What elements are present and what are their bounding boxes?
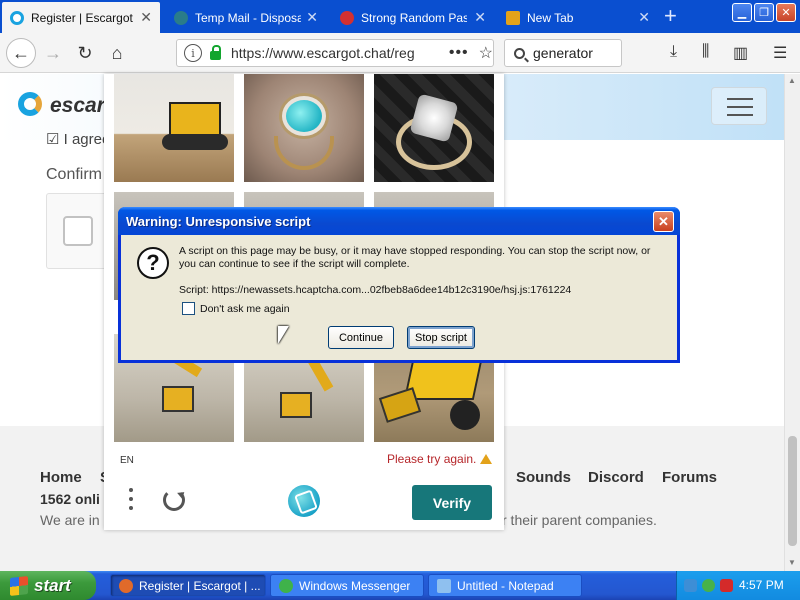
captcha-checkbox[interactable] [63,216,93,246]
warning-icon [480,454,493,464]
question-icon: ? [137,247,169,279]
site-info-icon[interactable]: i [184,44,202,62]
footer-link-discord[interactable]: Discord [588,469,644,486]
footer-note-left: We are in [40,512,100,528]
dialog-title-bar[interactable]: Warning: Unresponsive script ✕ [118,207,680,235]
bookmark-star-icon[interactable]: ☆ [479,43,493,63]
taskbar-item-firefox[interactable]: Register | Escargot | ... [110,574,266,597]
search-box[interactable]: generator [504,39,622,67]
dont-ask-again-label[interactable]: Don't ask me again [200,303,290,315]
dont-ask-again-checkbox[interactable] [182,302,195,315]
tab-label: Register | Escargot | E [31,10,137,25]
scroll-down-icon[interactable]: ▼ [788,558,796,567]
menu-icon[interactable]: ☰ [773,43,787,63]
continue-button[interactable]: Continue [328,326,394,349]
captcha-image-tile[interactable] [114,74,234,182]
network-icon[interactable] [684,579,697,592]
browser-tab-strip: Register | Escargot | E ✕ Temp Mail - Di… [0,0,800,33]
stop-script-button[interactable]: Stop script [407,326,475,349]
hcaptcha-logo-icon[interactable] [288,485,320,517]
home-icon[interactable]: ⌂ [104,40,130,66]
reload-icon[interactable]: ↻ [72,40,98,66]
tab-temp-mail[interactable]: Temp Mail - Disposable ✕ [166,2,326,33]
dialog-close-icon[interactable]: ✕ [653,211,674,232]
page-scrollbar[interactable]: ▲ ▼ [784,74,800,571]
start-label: start [34,575,71,595]
close-tab-icon[interactable]: ✕ [474,9,486,26]
new-tab-plus-icon[interactable]: + [664,5,677,27]
close-window-icon[interactable]: ✕ [776,3,796,22]
back-arrow-icon[interactable]: ← [6,38,36,68]
tab-register-escargot[interactable]: Register | Escargot | E ✕ [2,2,160,33]
close-tab-icon[interactable]: ✕ [638,9,650,26]
firefox-icon [119,578,133,593]
captcha-language[interactable]: EN [120,455,134,466]
taskbar-item-notepad[interactable]: Untitled - Notepad [428,574,582,597]
search-input-value[interactable]: generator [533,45,593,61]
windows-flag-icon [10,575,28,596]
footer-link-forums[interactable]: Forums [662,469,717,486]
taskbar-item-messenger[interactable]: Windows Messenger [270,574,424,597]
temp-mail-favicon-icon [174,10,188,25]
taskbar-clock: 4:57 PM [739,578,784,592]
restore-icon[interactable]: ❐ [754,3,774,22]
security-shield-icon[interactable] [720,579,733,592]
dialog-script-url: Script: https://newassets.hcaptcha.com..… [179,284,572,296]
online-count: 1562 onli [40,491,100,507]
scroll-up-icon[interactable]: ▲ [788,76,796,85]
messenger-icon [279,578,293,593]
unresponsive-script-dialog: Warning: Unresponsive script ✕ ? A scrip… [118,207,680,363]
tab-label: Temp Mail - Disposable [195,10,301,25]
captcha-refresh-icon[interactable] [163,489,185,511]
escargot-favicon-icon [10,10,24,25]
escargot-logo-icon[interactable] [18,92,42,116]
address-bar[interactable]: i https://www.escargot.chat/reg ••• ☆ [176,39,494,67]
close-tab-icon[interactable]: ✕ [140,9,152,26]
tab-label: Strong Random Passw [361,10,467,25]
minimize-icon[interactable]: ▁ [732,3,752,22]
site-menu-button[interactable] [711,87,767,125]
agree-checkbox-label[interactable]: ☑ I agree [46,130,110,148]
search-icon [514,47,525,59]
verify-button[interactable]: Verify [412,485,492,520]
footer-link-home[interactable]: Home [40,469,82,486]
footer-note-right: r their parent companies. [502,512,657,528]
close-tab-icon[interactable]: ✕ [306,9,318,26]
notepad-icon [437,578,451,593]
mouse-pointer-icon [278,326,289,344]
url-text[interactable]: https://www.escargot.chat/reg [231,45,447,61]
captcha-menu-icon[interactable] [129,488,133,515]
forward-arrow-icon[interactable]: → [40,40,66,66]
dialog-message: A script on this page may be busy, or it… [179,245,651,270]
footer-link-sounds[interactable]: Sounds [516,469,571,486]
new-tab-favicon-icon [506,10,520,25]
browser-toolbar: ← → ↻ ⌂ i https://www.escargot.chat/reg … [0,33,800,73]
confirm-label: Confirm [46,166,103,183]
dialog-title: Warning: Unresponsive script [126,214,311,229]
library-icon[interactable]: ⫼ [702,43,709,61]
captcha-image-tile[interactable] [374,74,494,182]
windows-taskbar: start Register | Escargot | ... Windows … [0,571,800,600]
downloads-icon[interactable]: ⤓ [670,43,677,61]
scrollbar-thumb[interactable] [788,436,797,546]
tab-new-tab[interactable]: New Tab ✕ [498,2,658,33]
captcha-error-message: Please try again. [387,452,493,466]
password-favicon-icon [340,10,354,25]
window-controls: ▁ ❐ ✕ [732,3,796,22]
sidebar-icon[interactable]: ▥ [733,43,748,63]
padlock-icon [209,44,221,60]
captcha-image-tile[interactable] [244,74,364,182]
start-button[interactable]: start [0,571,96,600]
messenger-tray-icon[interactable] [702,579,715,592]
tab-label: New Tab [527,10,574,25]
tab-strong-random-password[interactable]: Strong Random Passw ✕ [332,2,494,33]
page-actions-icon[interactable]: ••• [449,44,469,62]
